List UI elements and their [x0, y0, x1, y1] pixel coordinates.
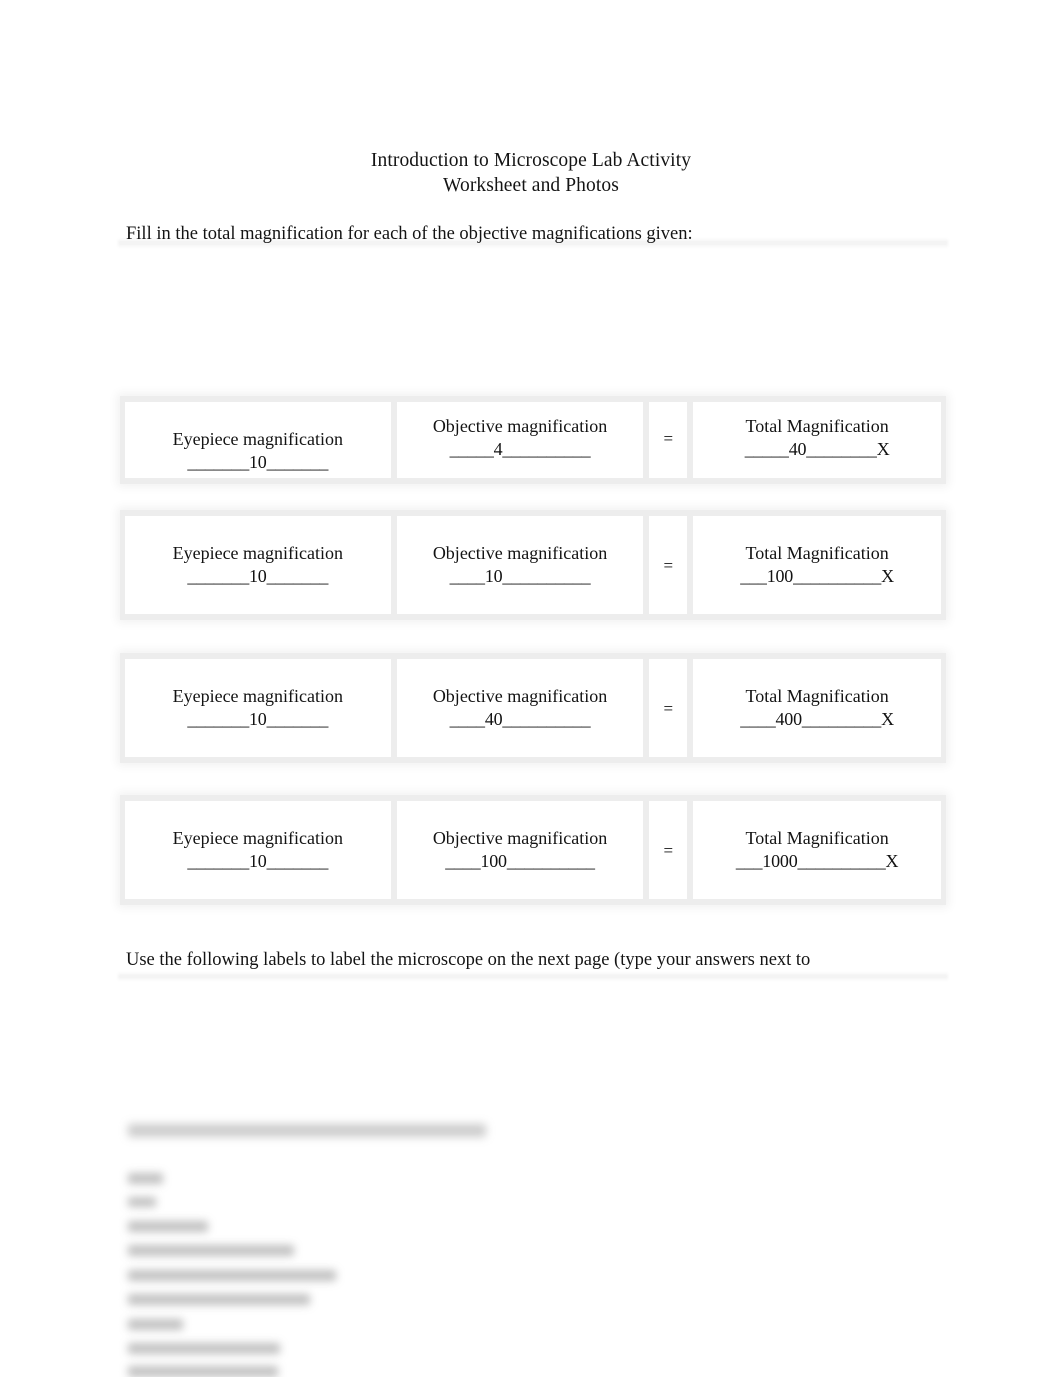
eyepiece-value: _______10_______ [187, 851, 329, 871]
equals-sign: = [663, 840, 674, 860]
total-value: ___1000__________X [735, 851, 899, 871]
obscured-paragraph [128, 1124, 486, 1137]
equals-sign-cell: = [649, 801, 688, 899]
title-line-2: Worksheet and Photos [443, 175, 619, 196]
equals-sign: = [663, 698, 674, 718]
total-value: ___100__________X [740, 566, 894, 586]
obscured-label-line [128, 1319, 183, 1330]
eyepiece-label: Eyepiece magnification [172, 543, 344, 563]
obscured-content-note: Text below this point is blurred in the … [0, 0, 1, 1]
eyepiece-magnification-cell: Eyepiece magnification _______10_______ [125, 801, 391, 899]
objective-label: Objective magnification [432, 828, 608, 848]
table-row: Eyepiece magnification _______10_______ … [120, 653, 946, 763]
instruction-text-magnification: Fill in the total magnification for each… [126, 224, 693, 244]
eyepiece-magnification-cell: Eyepiece magnification _______10_______ [125, 659, 391, 757]
objective-value: _____4__________ [449, 439, 591, 459]
scan-haze-band-bottom [118, 972, 948, 981]
objective-value: ____10__________ [449, 566, 591, 586]
total-value: _____40________X [744, 439, 890, 459]
equals-sign-cell: = [649, 659, 688, 757]
equals-sign: = [663, 555, 674, 575]
obscured-label-line [128, 1270, 336, 1281]
objective-magnification-cell: Objective magnification ____10__________ [396, 516, 644, 614]
equals-sign-cell: = [649, 402, 688, 478]
total-magnification-cell: Total Magnification ____400_________X [693, 659, 941, 757]
equals-sign-cell: = [649, 516, 688, 614]
total-label: Total Magnification [745, 686, 889, 706]
obscured-label-line [128, 1245, 294, 1256]
table-row: Eyepiece magnification _______10_______ … [120, 510, 946, 620]
objective-magnification-cell: Objective magnification ____40__________ [396, 659, 644, 757]
eyepiece-value: _______10_______ [187, 566, 329, 586]
eyepiece-label: Eyepiece magnification [172, 686, 344, 706]
obscured-label-line [128, 1294, 310, 1305]
total-label: Total Magnification [745, 828, 889, 848]
table-row: Eyepiece magnification _______10_______ … [120, 396, 946, 484]
document-page: Introduction to Microscope Lab Activity … [0, 0, 1062, 1377]
obscured-label-line [128, 1343, 280, 1354]
objective-magnification-cell: Objective magnification _____4__________ [396, 402, 644, 478]
eyepiece-label: Eyepiece magnification [172, 828, 344, 848]
eyepiece-value: _______10_______ [187, 709, 329, 729]
objective-label: Objective magnification [432, 543, 608, 563]
page-title: Introduction to Microscope Lab Activity … [0, 148, 1062, 198]
table-row: Eyepiece magnification _______10_______ … [120, 795, 946, 905]
objective-value: ____40__________ [449, 709, 591, 729]
eyepiece-label: Eyepiece magnification [172, 429, 344, 449]
total-magnification-cell: Total Magnification ___100__________X [693, 516, 941, 614]
instruction-text-labels: Use the following labels to label the mi… [126, 950, 811, 970]
title-line-1: Introduction to Microscope Lab Activity [370, 150, 692, 171]
obscured-label-line [128, 1366, 278, 1377]
obscured-label-line [128, 1173, 163, 1184]
objective-value: ____100__________ [445, 851, 595, 871]
objective-label: Objective magnification [432, 686, 608, 706]
obscured-label-line [128, 1197, 156, 1207]
eyepiece-magnification-cell: Eyepiece magnification _______10_______ [125, 402, 391, 478]
obscured-label-line [128, 1221, 208, 1232]
eyepiece-magnification-cell: Eyepiece magnification _______10_______ [125, 516, 391, 614]
total-magnification-cell: Total Magnification ___1000__________X [693, 801, 941, 899]
total-value: ____400_________X [740, 709, 894, 729]
total-label: Total Magnification [745, 416, 889, 436]
total-label: Total Magnification [745, 543, 889, 563]
objective-magnification-cell: Objective magnification ____100_________… [396, 801, 644, 899]
objective-label: Objective magnification [432, 416, 608, 436]
total-magnification-cell: Total Magnification _____40________X [693, 402, 941, 478]
equals-sign: = [663, 428, 674, 448]
eyepiece-value: _______10_______ [187, 452, 329, 472]
